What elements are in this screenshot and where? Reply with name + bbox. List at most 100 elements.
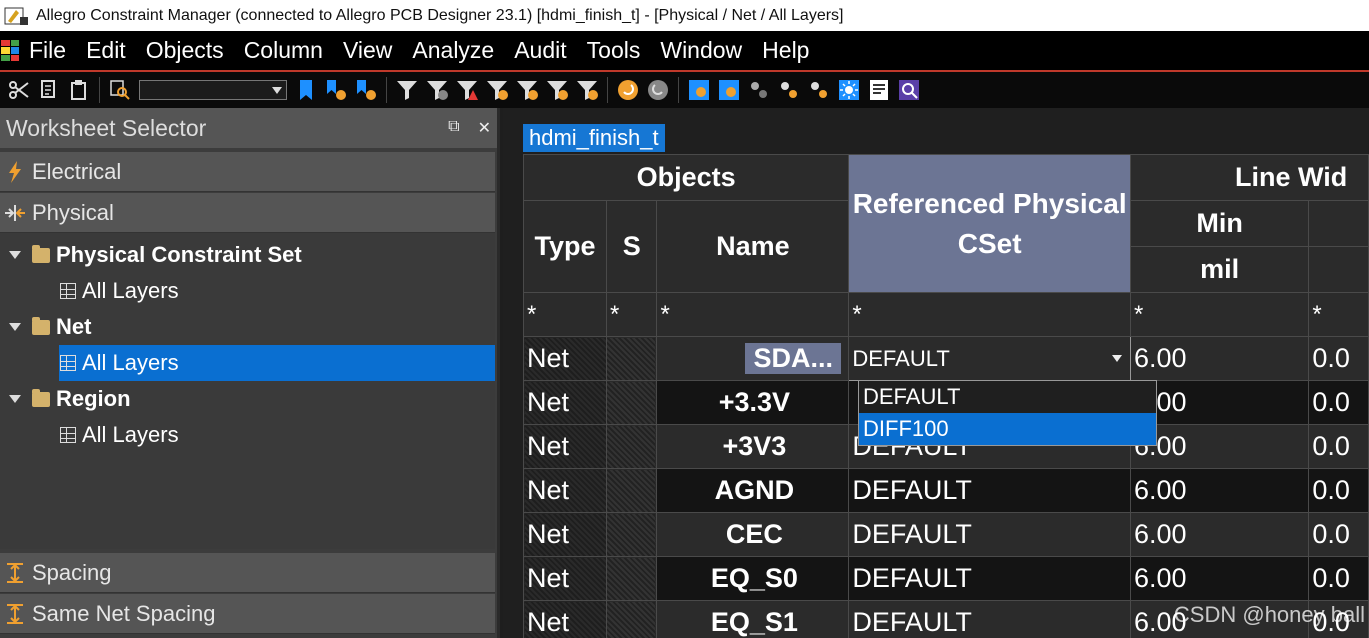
menu-audit[interactable]: Audit [514,37,566,64]
menu-column[interactable]: Column [244,37,323,64]
redo-icon[interactable] [645,77,671,103]
header-s[interactable]: S [605,200,658,293]
menu-view[interactable]: View [343,37,392,64]
cell-name[interactable]: EQ_S0 [656,556,850,601]
bookmark-prev-icon[interactable] [353,77,379,103]
tree-node-label: Net [56,314,92,339]
cell-cset[interactable]: DEFAULT [848,600,1131,638]
filter-cell-max[interactable]: * [1308,292,1369,337]
cell-max[interactable]: 0.0 [1308,556,1369,601]
cell-min[interactable]: 6.00 [1129,424,1310,469]
filter-cell-name[interactable]: * [656,292,850,337]
tree-leaf-pcs-all-layers[interactable]: All Layers [0,273,495,309]
cell-name[interactable]: AGND [656,468,850,513]
dropdown-option-default[interactable]: DEFAULT [859,381,1156,413]
header-type[interactable]: Type [523,200,607,293]
sheet-d-icon[interactable] [776,77,802,103]
header-line-width: Line Wid [1129,154,1369,201]
cell-min[interactable]: 6.00 [1129,556,1310,601]
table-row[interactable]: Net SDA... DEFAULT 6.00 0.0 [523,336,1369,381]
filter-f-icon[interactable] [574,77,600,103]
cell-cset[interactable]: DEFAULT [848,468,1131,513]
filter-error-icon[interactable] [454,77,480,103]
bookmark-next-icon[interactable] [323,77,349,103]
cell-min[interactable]: 6.00 [1129,336,1310,381]
menu-tools[interactable]: Tools [587,37,641,64]
physical-arrows-icon [2,200,28,226]
filter-d-icon[interactable] [514,77,540,103]
sheet-a-icon[interactable] [686,77,712,103]
cell-name[interactable]: SDA... [656,336,850,381]
filter-c-icon[interactable] [484,77,510,103]
cset-dropdown[interactable]: DEFAULT [848,336,1131,381]
cell-s [605,424,658,469]
tree-node-region[interactable]: Region [0,381,495,417]
find-icon[interactable] [107,77,133,103]
filter-b-icon[interactable] [424,77,450,103]
cell-min[interactable]: 6.00 [1129,512,1310,557]
table-row[interactable]: Net AGND DEFAULT 6.00 0.0 [523,468,1369,513]
paste-icon[interactable] [66,77,92,103]
filter-cell-type[interactable]: * [523,292,607,337]
sheet-c-icon[interactable] [746,77,772,103]
float-pane-button[interactable]: ⧉ [448,118,459,138]
tree-node-physical-constraint-set[interactable]: Physical Constraint Set [0,237,495,273]
table-row[interactable]: Net EQ_S0 DEFAULT 6.00 0.0 [523,556,1369,601]
menu-analyze[interactable]: Analyze [412,37,494,64]
filter-cell-cset[interactable]: * [848,292,1131,337]
cell-name[interactable]: +3.3V [656,380,850,425]
app-menu-logo-icon[interactable] [1,39,19,62]
toolbar-separator [99,77,100,103]
tree-node-label: Physical Constraint Set [56,242,302,267]
cell-max[interactable]: 0.0 [1308,512,1369,557]
cell-max[interactable]: 0.0 [1308,380,1369,425]
net-name-selected[interactable]: SDA... [745,343,841,374]
filter-e-icon[interactable] [544,77,570,103]
menu-objects[interactable]: Objects [146,37,224,64]
cell-max[interactable]: 0.0 [1308,336,1369,381]
cell-cset[interactable]: DEFAULT [848,512,1131,557]
physical-tree: Physical Constraint Set All Layers Net A… [0,233,495,549]
tree-leaf-region-all-layers[interactable]: All Layers [0,417,495,453]
header-unit-partial [1308,246,1369,293]
cell-cset[interactable]: DEFAULT [848,556,1131,601]
section-spacing[interactable]: Spacing [0,553,495,593]
header-name[interactable]: Name [656,200,850,293]
filter-cell-s[interactable]: * [605,292,658,337]
cell-min[interactable]: 6.00 [1129,380,1310,425]
worksheet-tab[interactable]: hdmi_finish_t [523,124,665,152]
find-combo[interactable] [139,80,287,100]
section-same-net-spacing[interactable]: Same Net Spacing [0,594,495,634]
filter-cell-min[interactable]: * [1129,292,1310,337]
bookmark-icon[interactable] [293,77,319,103]
table-row[interactable]: Net CEC DEFAULT 6.00 0.0 [523,512,1369,557]
report-icon[interactable] [866,77,892,103]
menu-window[interactable]: Window [660,37,742,64]
sheet-b-icon[interactable] [716,77,742,103]
tree-leaf-net-all-layers[interactable]: All Layers [59,345,495,381]
zoom-icon[interactable] [896,77,922,103]
dropdown-option-diff100[interactable]: DIFF100 [859,413,1156,445]
scissors-icon[interactable] [6,77,32,103]
close-pane-button[interactable]: ✕ [478,118,491,138]
menu-file[interactable]: File [29,37,66,64]
cell-name[interactable]: +3V3 [656,424,850,469]
menu-help[interactable]: Help [762,37,809,64]
tree-node-net[interactable]: Net [0,309,495,345]
section-physical[interactable]: Physical [0,193,495,233]
cell-type: Net [523,468,607,513]
toolbar-separator [678,77,679,103]
cell-max[interactable]: 0.0 [1308,468,1369,513]
cell-name[interactable]: EQ_S1 [656,600,850,638]
filter-icon[interactable] [394,77,420,103]
undo-icon[interactable] [615,77,641,103]
sun-icon[interactable] [836,77,862,103]
cell-min[interactable]: 6.00 [1129,468,1310,513]
section-electrical[interactable]: Electrical [0,152,495,192]
copy-icon[interactable] [36,77,62,103]
sheet-e-icon[interactable] [806,77,832,103]
header-referenced-physical-cset[interactable]: Referenced Physical CSet [848,154,1131,293]
cell-name[interactable]: CEC [656,512,850,557]
cell-max[interactable]: 0.0 [1308,424,1369,469]
menu-edit[interactable]: Edit [86,37,126,64]
